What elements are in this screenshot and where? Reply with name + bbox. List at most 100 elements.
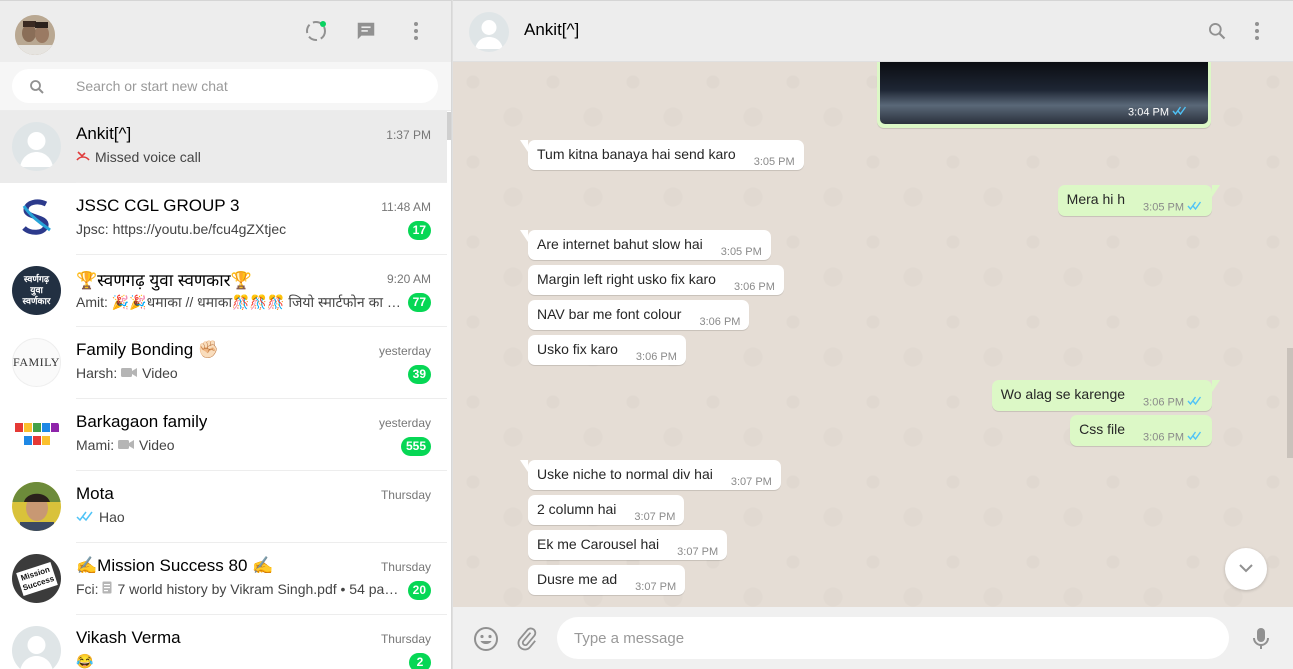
contact-avatar (12, 626, 61, 669)
chat-preview-text: Hao (99, 509, 125, 525)
message-time: 3:07 PM (677, 546, 719, 558)
video-icon (118, 437, 134, 453)
message-time: 3:07 PM (635, 581, 677, 593)
chat-item-family-bonding[interactable]: FAMILY Family Bonding ✊🏻 yesterday Harsh… (0, 327, 447, 399)
contact-avatar[interactable] (469, 12, 509, 52)
outgoing-message: Wo alag se karenge 3:06 PM (991, 380, 1221, 411)
message-input[interactable] (574, 617, 1214, 659)
chat-name: 🏆स्वणगढ़ युवा स्वणकार🏆 (76, 271, 252, 290)
incoming-message: 2 column hai 3:07 PM (528, 495, 685, 525)
menu-icon[interactable] (1245, 19, 1269, 43)
read-ticks-icon (1172, 106, 1188, 119)
group-avatar-text: Mission Success (15, 561, 58, 596)
attach-icon[interactable] (514, 626, 540, 652)
chat-time: Thursday (380, 488, 431, 502)
chat-item-ankit[interactable]: Ankit[^] 1:37 PM Missed voice call (0, 111, 447, 183)
message-time: 3:06 PM (733, 281, 775, 293)
new-chat-icon[interactable] (354, 19, 378, 43)
chat-name: Barkagaon family (76, 412, 208, 431)
conversation-scrollbar[interactable] (1287, 348, 1293, 458)
chat-list-scrollbar[interactable] (447, 112, 451, 140)
chat-item-vikash-verma[interactable]: Vikash Verma Thursday 😂 2 (0, 615, 447, 669)
incoming-message: Are internet bahut slow hai 3:05 PM (520, 230, 771, 260)
chat-preview-text: Video (142, 365, 178, 381)
message-time: 3:06 PM (1143, 396, 1203, 409)
missed-call-icon (76, 149, 90, 165)
chat-preview: Fci: 7 world history by Vikram Singh.pdf… (76, 581, 402, 597)
group-avatar (12, 410, 61, 459)
chat-preview-sender: Harsh: (76, 365, 122, 381)
chat-name: ✍Mission Success 80 ✍ (76, 556, 274, 575)
message-time: 3:07 PM (634, 511, 676, 523)
chat-item-swarnagarh[interactable]: स्वर्णगढ़ युवा स्वर्णकार 🏆स्वणगढ़ युवा स… (0, 255, 447, 327)
document-icon (102, 581, 112, 597)
chat-preview-sender: Mami: (76, 437, 118, 453)
emoji-icon[interactable] (473, 626, 499, 652)
message-time: 3:05 PM (753, 156, 795, 168)
status-icon[interactable] (304, 19, 328, 43)
unread-badge: 39 (407, 365, 431, 384)
message-time: 3:07 PM (730, 476, 772, 488)
chat-preview: Jpsc: https://youtu.be/fcu4gZXtjec (76, 221, 402, 237)
unread-badge: 555 (400, 437, 431, 456)
video-icon (121, 365, 138, 381)
microphone-icon[interactable] (1248, 626, 1274, 652)
outgoing-message: Css file 3:06 PM (1070, 415, 1212, 446)
incoming-message: NAV bar me font colour 3:06 PM (528, 300, 750, 330)
search-bar (0, 62, 451, 111)
contact-name[interactable]: Ankit[^] (524, 20, 579, 40)
chat-name: Ankit[^] (76, 124, 132, 143)
group-avatar-text: स्वर्णगढ़ युवा स्वर्णकार (22, 274, 51, 306)
read-ticks-icon (1187, 201, 1203, 214)
group-avatar-text: FAMILY (13, 355, 60, 369)
message-time: 3:06 PM (699, 316, 741, 328)
chat-time: 1:37 PM (386, 128, 431, 142)
message-time: 3:04 PM (1128, 106, 1188, 119)
contact-avatar (12, 122, 61, 171)
chat-list-scrollbar-track (447, 111, 451, 669)
incoming-message: Tum kitna banaya hai send karo 3:05 PM (520, 140, 804, 170)
unread-badge: 2 (409, 653, 431, 669)
my-profile-avatar[interactable] (15, 15, 55, 55)
sidebar-header (0, 0, 451, 62)
message-time: 3:05 PM (1143, 201, 1203, 214)
chat-time: 11:48 AM (381, 200, 431, 214)
chat-name: JSSC CGL GROUP 3 (76, 196, 240, 215)
chat-preview: Amit: 🎉🎉धमाका // धमाका🎊🎊🎊 जियो स्मार्टफो… (76, 293, 402, 312)
chat-preview-text: Amit: 🎉🎉धमाका // धमाका🎊🎊🎊 जियो स्मार्टफो… (76, 294, 401, 310)
chat-preview: Missed voice call (76, 149, 402, 165)
chat-item-barkagaon-family[interactable]: Barkagaon family yesterday Mami: Video 5… (0, 399, 447, 471)
chat-item-mission-success[interactable]: Mission Success ✍Mission Success 80 ✍ Th… (0, 543, 447, 615)
chat-item-jssc[interactable]: JSSC CGL GROUP 3 11:48 AM Jpsc: https://… (0, 183, 447, 255)
chat-name: Family Bonding ✊🏻 (76, 340, 220, 359)
chat-preview-text: 7 world history by Vikram Singh.pdf • 54… (117, 581, 399, 597)
image-thumbnail[interactable]: 3:04 PM (880, 62, 1208, 124)
read-ticks-icon (1187, 431, 1203, 444)
menu-icon[interactable] (404, 19, 428, 43)
search-icon[interactable] (28, 78, 46, 96)
chat-preview: 😂 (76, 653, 402, 669)
chat-list: Ankit[^] 1:37 PM Missed voice call JSSC … (0, 111, 447, 669)
read-ticks-icon (76, 509, 94, 525)
image-message[interactable]: 3:04 PM (877, 62, 1211, 128)
chat-item-mota[interactable]: Mota Thursday Hao (0, 471, 447, 543)
chat-preview-text: Jpsc: https://youtu.be/fcu4gZXtjec (76, 221, 287, 237)
unread-badge: 20 (407, 581, 431, 600)
search-input[interactable] (76, 69, 426, 103)
search-icon[interactable] (1205, 19, 1229, 43)
message-time: 3:06 PM (635, 351, 677, 363)
message-time: 3:05 PM (720, 246, 762, 258)
search-box (12, 69, 438, 103)
chat-preview: Mami: Video (76, 437, 402, 453)
unread-badge: 77 (407, 293, 431, 312)
group-avatar: स्वर्णगढ़ युवा स्वर्णकार (12, 266, 61, 315)
message-list: 3:04 PM Tum kitna banaya hai send karo 3:… (453, 62, 1293, 607)
contact-avatar (12, 482, 61, 531)
incoming-message: Uske niche to normal div hai 3:07 PM (520, 460, 781, 490)
outgoing-message: Mera hi h 3:05 PM (1057, 185, 1221, 216)
conversation-header: Ankit[^] (453, 0, 1293, 62)
message-input-wrap (557, 617, 1229, 659)
incoming-message: Margin left right usko fix karo 3:06 PM (528, 265, 784, 295)
scroll-to-bottom-button[interactable] (1225, 548, 1267, 590)
chat-preview: Harsh: Video (76, 365, 402, 381)
